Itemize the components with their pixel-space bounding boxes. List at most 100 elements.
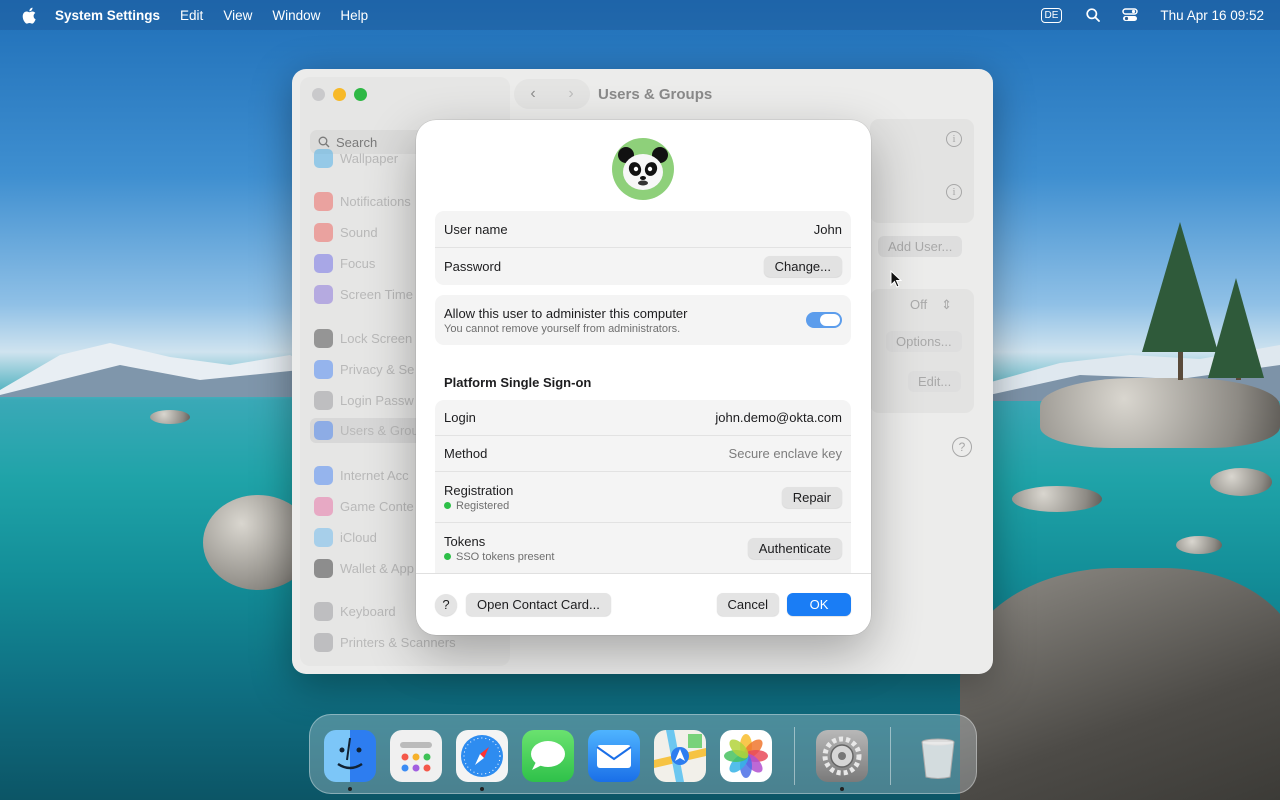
registration-status-text: Registered [456, 499, 510, 512]
help-button[interactable]: ? [435, 593, 457, 616]
sidebar-item-label: Wallet & App [340, 561, 414, 576]
sidebar-item-privacy[interactable]: Privacy & Se [314, 360, 414, 379]
tokens-label: Tokens [444, 533, 486, 549]
safari-icon[interactable] [456, 730, 508, 782]
sidebar-item-game-center[interactable]: Game Conte [314, 497, 414, 516]
system-settings-icon[interactable] [816, 730, 868, 782]
menu-clock[interactable]: Thu Apr 16 09:52 [1160, 8, 1264, 23]
sidebar-item-login-password[interactable]: Login Passw [314, 391, 414, 410]
sidebar-item-label: Printers & Scanners [340, 635, 456, 650]
icloud-icon [314, 528, 333, 547]
back-chevron-icon[interactable]: ‹ [530, 85, 535, 103]
method-row: Method Secure enclave key [435, 435, 851, 471]
sso-section-title: Platform Single Sign-on [444, 375, 592, 390]
close-window-button[interactable] [312, 88, 325, 101]
repair-button[interactable]: Repair [781, 486, 842, 508]
dock-separator [794, 727, 795, 785]
status-green-dot [444, 502, 451, 509]
login-value: john.demo@okta.com [715, 410, 842, 425]
zoom-window-button[interactable] [354, 88, 367, 101]
sidebar-item-label: Screen Time [340, 287, 413, 302]
dock [309, 714, 977, 794]
menu-window[interactable]: Window [272, 8, 320, 23]
sidebar-item-notifications[interactable]: Notifications [314, 192, 411, 211]
apple-menu-icon[interactable] [22, 7, 38, 24]
sound-icon [314, 223, 333, 242]
running-indicator [840, 787, 844, 791]
method-value: Secure enclave key [728, 446, 842, 461]
sidebar-item-focus[interactable]: Focus [314, 254, 375, 273]
printer-icon [314, 633, 333, 652]
menu-help[interactable]: Help [340, 8, 368, 23]
status-green-dot [444, 553, 451, 560]
admin-row: Allow this user to administer this compu… [435, 295, 851, 345]
window-title: Users & Groups [598, 86, 713, 103]
sidebar-item-internet-accounts[interactable]: Internet Acc [314, 466, 409, 485]
sidebar-item-screen-time[interactable]: Screen Time [314, 285, 413, 304]
sidebar-item-wallpaper[interactable]: Wallpaper [314, 149, 398, 168]
menu-app-name[interactable]: System Settings [55, 8, 160, 23]
help-icon[interactable]: ? [952, 437, 972, 457]
password-row: Password Change... [435, 247, 851, 285]
user-avatar[interactable] [612, 138, 674, 200]
auto-login-popup[interactable]: Off ⇕ [910, 297, 952, 313]
rock-decoration [1012, 486, 1102, 512]
info-icon[interactable]: i [946, 131, 962, 147]
sidebar-item-label: Login Passw [340, 393, 414, 408]
notifications-icon [314, 192, 333, 211]
admin-toggle[interactable] [806, 312, 842, 328]
sidebar-item-sound[interactable]: Sound [314, 223, 378, 242]
dock-separator [890, 727, 891, 785]
mail-icon[interactable] [588, 730, 640, 782]
options-button[interactable]: Options... [886, 331, 962, 352]
change-password-button[interactable]: Change... [763, 256, 842, 277]
sidebar-item-label: iCloud [340, 530, 377, 545]
sidebar-item-icloud[interactable]: iCloud [314, 528, 377, 547]
sidebar-item-printers[interactable]: Printers & Scanners [314, 633, 456, 652]
login-password-icon [314, 391, 333, 410]
menu-view[interactable]: View [223, 8, 252, 23]
admin-group: Allow this user to administer this compu… [435, 295, 851, 345]
window-controls [312, 88, 367, 101]
ok-button[interactable]: OK [787, 593, 851, 616]
lock-screen-icon [314, 329, 333, 348]
sidebar-item-wallet[interactable]: Wallet & App [314, 559, 414, 578]
privacy-hand-icon [314, 360, 333, 379]
minimize-window-button[interactable] [333, 88, 346, 101]
search-placeholder: Search [336, 134, 378, 150]
user-name-value: John [813, 221, 842, 237]
add-user-button[interactable]: Add User... [878, 236, 963, 257]
launchpad-icon[interactable] [390, 730, 442, 782]
internet-accounts-icon [314, 466, 333, 485]
sidebar-item-keyboard[interactable]: Keyboard [314, 602, 396, 621]
login-label: Login [444, 410, 476, 425]
pine-tree-decoration [1208, 278, 1264, 378]
auto-login-value: Off [910, 297, 928, 312]
focus-icon [314, 254, 333, 273]
sidebar-item-label: Lock Screen [340, 331, 413, 346]
trash-icon[interactable] [912, 730, 964, 782]
running-indicator [348, 787, 352, 791]
account-group: User name John Password Change... [435, 211, 851, 285]
finder-icon[interactable] [324, 730, 376, 782]
sidebar-item-label: Focus [340, 256, 376, 271]
footer-divider [416, 573, 871, 574]
photos-icon[interactable] [720, 730, 772, 782]
spotlight-search-icon[interactable] [1086, 8, 1101, 22]
info-icon[interactable]: i [946, 184, 962, 200]
sidebar-item-lock-screen[interactable]: Lock Screen [314, 329, 412, 348]
user-details-sheet: User name John Password Change... Allow … [416, 120, 871, 635]
users-groups-icon [314, 421, 333, 440]
admin-label: Allow this user to administer this compu… [444, 305, 688, 321]
open-contact-card-button[interactable]: Open Contact Card... [466, 593, 611, 616]
control-center-icon[interactable] [1122, 8, 1139, 22]
maps-icon[interactable] [654, 730, 706, 782]
messages-icon[interactable] [522, 730, 574, 782]
edit-button[interactable]: Edit... [908, 371, 962, 392]
forward-chevron-icon[interactable]: › [568, 85, 573, 103]
cancel-button[interactable]: Cancel [716, 593, 779, 616]
menu-edit[interactable]: Edit [180, 8, 203, 23]
authenticate-button[interactable]: Authenticate [747, 537, 842, 559]
input-source-indicator[interactable]: DE [1040, 7, 1063, 23]
sidebar-item-label: Notifications [340, 194, 411, 209]
